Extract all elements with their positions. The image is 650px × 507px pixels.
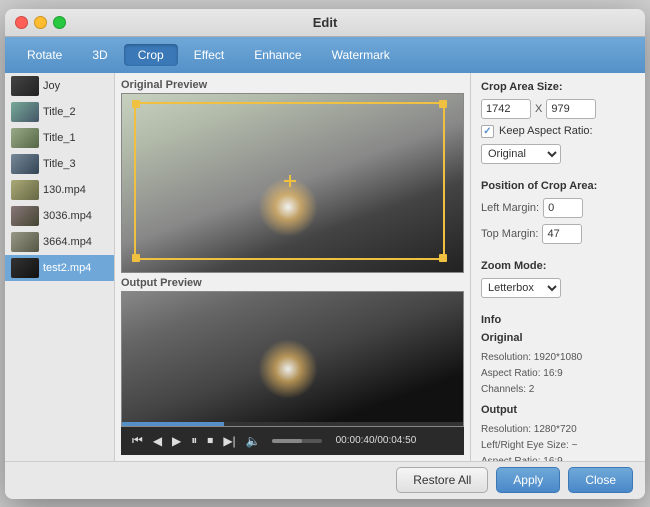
- window-controls: [15, 16, 66, 29]
- window-title: Edit: [313, 15, 338, 30]
- original-video-frame: [122, 94, 463, 273]
- center-panel: Original Preview Output Preview: [115, 73, 470, 461]
- output-aspect: Aspect Ratio: 16:9: [481, 454, 635, 461]
- sidebar-item-test2[interactable]: test2.mp4: [5, 255, 114, 281]
- sidebar-item-joy[interactable]: Joy: [5, 73, 114, 99]
- seek-bar[interactable]: [122, 422, 463, 426]
- original-preview-box: [121, 93, 464, 274]
- sidebar-label-3664: 3664.mp4: [43, 236, 92, 248]
- zoom-mode-select[interactable]: Letterbox: [481, 278, 561, 298]
- maximize-window-button[interactable]: [53, 16, 66, 29]
- original-info-title: Original: [481, 332, 635, 344]
- output-info-title: Output: [481, 404, 635, 416]
- sidebar-item-title3[interactable]: Title_3: [5, 151, 114, 177]
- next-frame-button[interactable]: ▶|: [220, 434, 238, 448]
- crop-area-size-label: Crop Area Size:: [481, 81, 635, 93]
- sidebar-item-130[interactable]: 130.mp4: [5, 177, 114, 203]
- sidebar-label-title3: Title_3: [43, 158, 76, 170]
- playback-controls: ⏮ ◀ ▶ ⏸ ⏹ ▶| 🔈 00:00:40/00:04:50: [121, 427, 464, 455]
- tab-effect[interactable]: Effect: [180, 44, 238, 66]
- zoom-mode-label: Zoom Mode:: [481, 260, 635, 272]
- output-eye-size: Left/Right Eye Size: ~: [481, 438, 635, 454]
- minimize-window-button[interactable]: [34, 16, 47, 29]
- play-button[interactable]: ▶: [169, 434, 184, 448]
- volume-slider[interactable]: [272, 439, 322, 443]
- crop-width-input[interactable]: [481, 99, 531, 119]
- output-info-block: Resolution: 1280*720 Left/Right Eye Size…: [481, 422, 635, 461]
- apply-button[interactable]: Apply: [496, 467, 560, 493]
- info-title: Info: [481, 314, 635, 326]
- seek-progress: [122, 422, 224, 426]
- sidebar: Joy Title_2 Title_1 Title_3: [5, 73, 115, 461]
- volume-fill: [272, 439, 302, 443]
- title-bar: Edit: [5, 9, 645, 37]
- sidebar-thumb-3036: [11, 206, 39, 226]
- output-video-frame: [122, 292, 463, 425]
- prev-frame-button[interactable]: ◀: [150, 434, 165, 448]
- sidebar-label-title2: Title_2: [43, 106, 76, 118]
- tab-enhance[interactable]: Enhance: [240, 44, 315, 66]
- x-separator: X: [535, 103, 542, 115]
- original-info-block: Resolution: 1920*1080 Aspect Ratio: 16:9…: [481, 350, 635, 398]
- crop-height-input[interactable]: [546, 99, 596, 119]
- tab-watermark[interactable]: Watermark: [318, 44, 404, 66]
- original-resolution: Resolution: 1920*1080: [481, 350, 635, 366]
- sidebar-thumb-title3: [11, 154, 39, 174]
- left-margin-row: Left Margin:: [481, 198, 635, 218]
- aspect-select-row: Original: [481, 144, 635, 164]
- sidebar-label-test2: test2.mp4: [43, 262, 91, 274]
- output-preview-label: Output Preview: [121, 277, 464, 289]
- pause-button[interactable]: ⏸: [188, 433, 200, 448]
- left-margin-label: Left Margin:: [481, 202, 539, 214]
- original-aspect: Aspect Ratio: 16:9: [481, 366, 635, 382]
- sidebar-label-joy: Joy: [43, 80, 60, 92]
- toolbar: Rotate 3D Crop Effect Enhance Watermark: [5, 37, 645, 73]
- aspect-ratio-select[interactable]: Original: [481, 144, 561, 164]
- main-window: Edit Rotate 3D Crop Effect Enhance Water…: [5, 9, 645, 499]
- sidebar-label-130: 130.mp4: [43, 184, 86, 196]
- skip-back-button[interactable]: ⏮: [129, 433, 146, 448]
- keep-aspect-label: Keep Aspect Ratio:: [499, 125, 593, 137]
- sidebar-thumb-test2: [11, 258, 39, 278]
- left-margin-input[interactable]: [543, 198, 583, 218]
- output-preview-box: [121, 291, 464, 426]
- keep-aspect-checkbox[interactable]: [481, 125, 494, 138]
- sidebar-thumb-title2: [11, 102, 39, 122]
- sidebar-label-title1: Title_1: [43, 132, 76, 144]
- main-content: Joy Title_2 Title_1 Title_3: [5, 73, 645, 461]
- original-preview-label: Original Preview: [121, 79, 464, 91]
- sidebar-item-3036[interactable]: 3036.mp4: [5, 203, 114, 229]
- top-margin-input[interactable]: [542, 224, 582, 244]
- original-preview-section: Original Preview: [121, 79, 464, 274]
- tab-crop[interactable]: Crop: [124, 44, 178, 66]
- output-preview-section: Output Preview ⏮ ◀ ▶ ⏸ ⏹ ▶| 🔈: [121, 277, 464, 454]
- close-button[interactable]: Close: [568, 467, 633, 493]
- crop-size-row: X: [481, 99, 635, 119]
- volume-icon: 🔈: [243, 434, 264, 448]
- output-resolution: Resolution: 1280*720: [481, 422, 635, 438]
- zoom-mode-row: Letterbox: [481, 278, 635, 298]
- tab-rotate[interactable]: Rotate: [13, 44, 76, 66]
- close-window-button[interactable]: [15, 16, 28, 29]
- keep-aspect-row: Keep Aspect Ratio:: [481, 125, 635, 138]
- sidebar-item-title2[interactable]: Title_2: [5, 99, 114, 125]
- top-margin-row: Top Margin:: [481, 224, 635, 244]
- position-label: Position of Crop Area:: [481, 180, 635, 192]
- top-margin-label: Top Margin:: [481, 228, 538, 240]
- time-display: 00:00:40/00:04:50: [336, 435, 417, 446]
- sidebar-item-title1[interactable]: Title_1: [5, 125, 114, 151]
- sidebar-thumb-title1: [11, 128, 39, 148]
- sidebar-thumb-130: [11, 180, 39, 200]
- stop-button[interactable]: ⏹: [204, 433, 216, 448]
- bottom-bar: Restore All Apply Close: [5, 461, 645, 499]
- tab-3d[interactable]: 3D: [78, 44, 121, 66]
- sidebar-thumb-3664: [11, 232, 39, 252]
- restore-all-button[interactable]: Restore All: [396, 467, 488, 493]
- sidebar-label-3036: 3036.mp4: [43, 210, 92, 222]
- original-channels: Channels: 2: [481, 382, 635, 398]
- sidebar-item-3664[interactable]: 3664.mp4: [5, 229, 114, 255]
- right-panel: Crop Area Size: X Keep Aspect Ratio: Ori…: [470, 73, 645, 461]
- sidebar-thumb-joy: [11, 76, 39, 96]
